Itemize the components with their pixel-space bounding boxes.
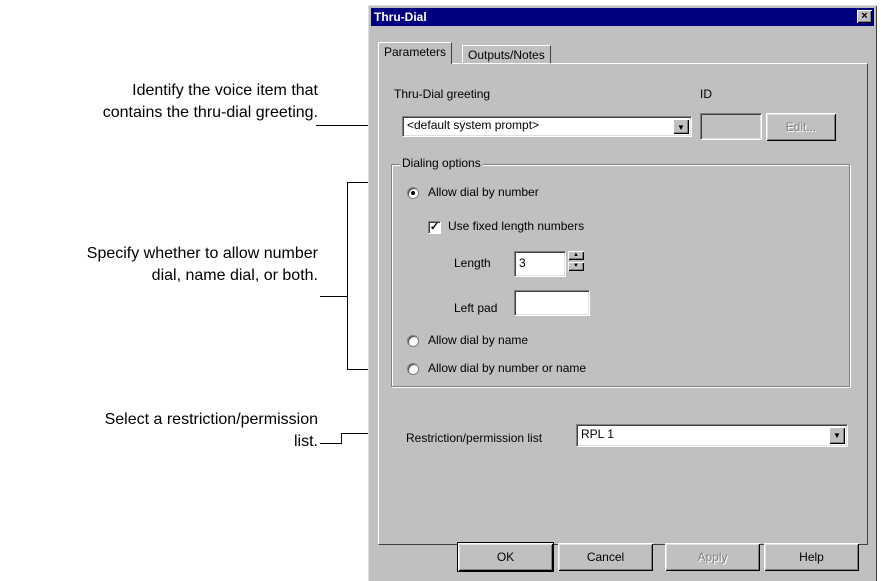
- left-pad-label: Left pad: [454, 301, 498, 315]
- tab-parameters[interactable]: Parameters: [378, 42, 453, 64]
- callout-greeting: Identify the voice item that contains th…: [102, 82, 318, 121]
- greeting-label: Thru-Dial greeting: [394, 87, 491, 101]
- edit-button[interactable]: Edit...: [766, 113, 836, 141]
- id-field[interactable]: [700, 113, 762, 140]
- spin-down-icon: ▼: [573, 263, 579, 269]
- spin-up-icon: ▲: [573, 252, 579, 258]
- callout-dialing-bracket-v: [347, 182, 348, 370]
- radio-allow-name[interactable]: [407, 335, 419, 347]
- cancel-button[interactable]: Cancel: [558, 543, 653, 571]
- radio-allow-number[interactable]: [407, 187, 419, 199]
- callout-restriction-line: [320, 443, 342, 444]
- help-button[interactable]: Help: [764, 543, 859, 571]
- id-label: ID: [700, 87, 712, 101]
- close-icon: ×: [861, 10, 868, 22]
- callout-dialing: Specify whether to allow number dial, na…: [86, 245, 318, 284]
- allow-number-label: Allow dial by number: [428, 185, 539, 199]
- restriction-select[interactable]: RPL 1 ▼: [576, 424, 848, 447]
- restriction-dropdown-button[interactable]: ▼: [829, 427, 845, 444]
- length-spin-up[interactable]: ▲: [568, 251, 584, 260]
- dialing-options-title: Dialing options: [400, 156, 483, 170]
- left-pad-field[interactable]: [514, 290, 590, 316]
- ok-button[interactable]: OK: [458, 543, 553, 571]
- greeting-select[interactable]: <default system prompt> ▼: [402, 116, 692, 137]
- fixed-length-label: Use fixed length numbers: [448, 219, 585, 233]
- allow-name-label: Allow dial by name: [428, 333, 529, 347]
- chevron-down-icon: ▼: [833, 431, 841, 440]
- checkbox-fixed-length[interactable]: ✓: [428, 221, 441, 234]
- restriction-select-value: RPL 1: [581, 427, 614, 441]
- dialog-title: Thru-Dial: [374, 10, 427, 24]
- callout-restriction-line-v: [341, 433, 342, 444]
- length-label: Length: [454, 256, 491, 270]
- greeting-dropdown-button[interactable]: ▼: [673, 119, 689, 134]
- radio-allow-both[interactable]: [407, 363, 419, 375]
- close-button[interactable]: ×: [857, 10, 872, 23]
- length-field[interactable]: 3: [514, 251, 566, 277]
- restriction-label: Restriction/permission list: [406, 431, 543, 445]
- check-icon: ✓: [429, 221, 440, 233]
- length-spin-down[interactable]: ▼: [568, 262, 584, 271]
- callout-restriction: Select a restriction/permission list.: [104, 411, 318, 450]
- chevron-down-icon: ▼: [677, 123, 685, 132]
- allow-both-label: Allow dial by number or name: [428, 361, 587, 375]
- thru-dial-dialog: Thru-Dial × Parameters Outputs/Notes Thr…: [368, 5, 877, 581]
- title-bar: Thru-Dial ×: [371, 8, 874, 26]
- apply-button[interactable]: Apply: [665, 543, 760, 571]
- tab-outputs-notes[interactable]: Outputs/Notes: [462, 45, 551, 65]
- callout-dialing-connector: [320, 296, 348, 297]
- greeting-select-value: <default system prompt>: [407, 118, 540, 132]
